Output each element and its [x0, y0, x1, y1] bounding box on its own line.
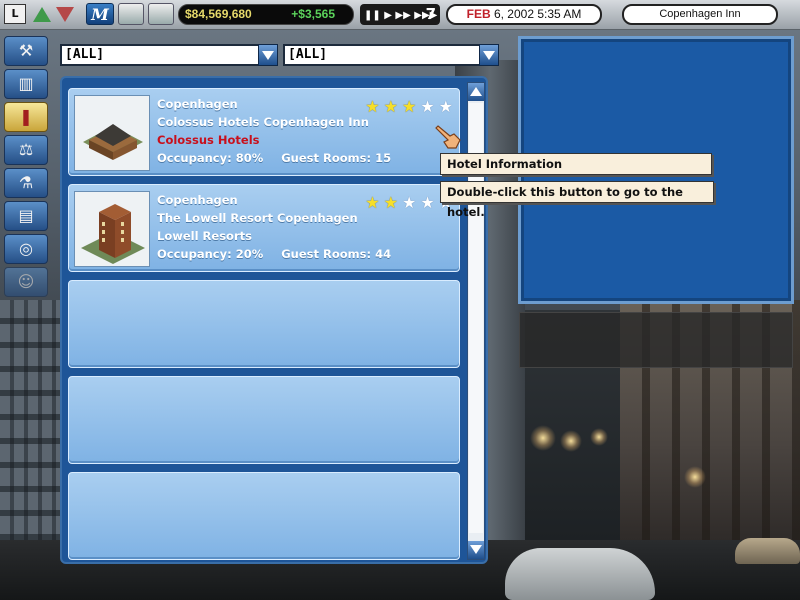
date-month: FEB: [466, 7, 491, 21]
date-display: FEB 6, 2002 5:35 AM: [446, 4, 602, 25]
tooltip-title: Hotel Information: [440, 153, 712, 175]
star-empty-icon: ★: [420, 97, 435, 116]
hotel-owner: Lowell Resorts: [157, 229, 252, 243]
date-time: 6, 2002 5:35 AM: [490, 7, 582, 21]
speed-controls[interactable]: ❚❚ ▶ ▶▶ ▶▶▶ 7: [360, 4, 440, 25]
star-filled-icon: ★: [401, 97, 417, 116]
hotel-name: Colossus Hotels Copenhagen Inn: [157, 115, 369, 129]
hotel-card[interactable]: Copenhagen Colossus Hotels Copenhagen In…: [68, 88, 460, 176]
sidebar-button-book[interactable]: ❚: [4, 102, 48, 132]
hotel-city: Copenhagen: [157, 97, 238, 111]
street-light: [590, 428, 608, 446]
street-light: [530, 425, 556, 451]
star-empty-icon: ★: [420, 193, 435, 212]
star-filled-icon: ★: [383, 97, 398, 116]
chevron-down-icon[interactable]: [258, 44, 278, 66]
street-light: [560, 430, 582, 452]
sidebar-button-people[interactable]: ☺: [4, 267, 48, 297]
detail-panel: [519, 312, 793, 368]
scroll-up-icon[interactable]: [468, 83, 484, 101]
hotel-info: Copenhagen The Lowell Resort Copenhagen …: [157, 191, 391, 263]
sidebar-button-papers[interactable]: ▤: [4, 201, 48, 231]
hotel-city: Copenhagen: [157, 193, 238, 207]
tooltip-body: Double-click this button to go to the ho…: [440, 181, 714, 219]
top-bar: L M $84,569,680 +$3,565 ❚❚ ▶ ▶▶ ▶▶▶ 7 FE…: [0, 0, 800, 30]
city-icon: ▥: [18, 74, 34, 93]
sidebar-button-microscope[interactable]: ⚗: [4, 168, 48, 198]
company-filter-select[interactable]: [ALL]: [283, 44, 499, 66]
m-logo-icon[interactable]: M: [86, 3, 114, 25]
papers-icon: ▤: [18, 206, 34, 225]
star-filled-icon: ★: [383, 193, 398, 212]
cash-display: $84,569,680 +$3,565: [178, 4, 354, 25]
sidebar-button-scales[interactable]: ⚖: [4, 135, 48, 165]
car: [505, 548, 655, 600]
selected-hotel-name[interactable]: Copenhagen Inn: [622, 4, 778, 25]
hotel-occupancy: Occupancy: 20%: [157, 247, 264, 261]
star-empty-icon: ★: [438, 97, 453, 116]
sidebar-button-hammer[interactable]: ⚒: [4, 36, 48, 66]
star-filled-icon: ★: [365, 193, 380, 212]
scales-icon: ⚖: [18, 140, 34, 159]
city-filter-select[interactable]: [ALL]: [60, 44, 278, 66]
hotel-rooms: Guest Rooms: 15: [281, 151, 392, 165]
hotel-thumbnail: [74, 95, 150, 171]
empty-hotel-slot: [68, 280, 460, 368]
hotel-owner: Colossus Hotels: [157, 133, 260, 147]
star-rating: ★★★★★: [361, 97, 453, 116]
layer-button[interactable]: L: [4, 4, 26, 24]
hotel-thumbnail: [74, 191, 150, 267]
sidebar: ⚒ ▥ ❚ ⚖ ⚗ ▤ ◎ ☺: [4, 36, 52, 300]
star-filled-icon: ★: [365, 97, 380, 116]
empty-hotel-slot: [68, 472, 460, 560]
book-icon: ❚: [19, 107, 33, 126]
hotel-rooms: Guest Rooms: 44: [281, 247, 392, 261]
cash-value: $84,569,680: [185, 7, 252, 21]
house-icon[interactable]: [148, 3, 174, 25]
up-arrow-icon[interactable]: [33, 7, 51, 22]
hotel-list-panel: Copenhagen Colossus Hotels Copenhagen In…: [60, 76, 488, 564]
hotel-name: The Lowell Resort Copenhagen: [157, 211, 358, 225]
hand-cursor-icon: [435, 125, 461, 149]
hotel-info: Copenhagen Colossus Hotels Copenhagen In…: [157, 95, 391, 167]
target-icon: ◎: [19, 239, 33, 258]
scroll-down-icon[interactable]: [468, 541, 484, 559]
down-arrow-icon[interactable]: [56, 7, 74, 22]
build-icon[interactable]: [118, 3, 144, 25]
hotel-occupancy: Occupancy: 80%: [157, 151, 264, 165]
hotel-card[interactable]: Copenhagen The Lowell Resort Copenhagen …: [68, 184, 460, 272]
microscope-icon: ⚗: [18, 173, 34, 192]
company-filter-value: [ALL]: [288, 47, 328, 62]
street-light: [684, 466, 706, 488]
chevron-down-icon[interactable]: [479, 44, 499, 66]
sidebar-button-target[interactable]: ◎: [4, 234, 48, 264]
city-filter-value: [ALL]: [65, 47, 105, 62]
star-empty-icon: ★: [401, 193, 417, 212]
cash-delta: +$3,565: [291, 7, 335, 21]
sidebar-button-city[interactable]: ▥: [4, 69, 48, 99]
people-icon: ☺: [17, 272, 35, 291]
empty-hotel-slot: [68, 376, 460, 464]
car: [735, 538, 800, 564]
speed-level: 7: [425, 5, 436, 23]
hammer-icon: ⚒: [18, 41, 34, 60]
